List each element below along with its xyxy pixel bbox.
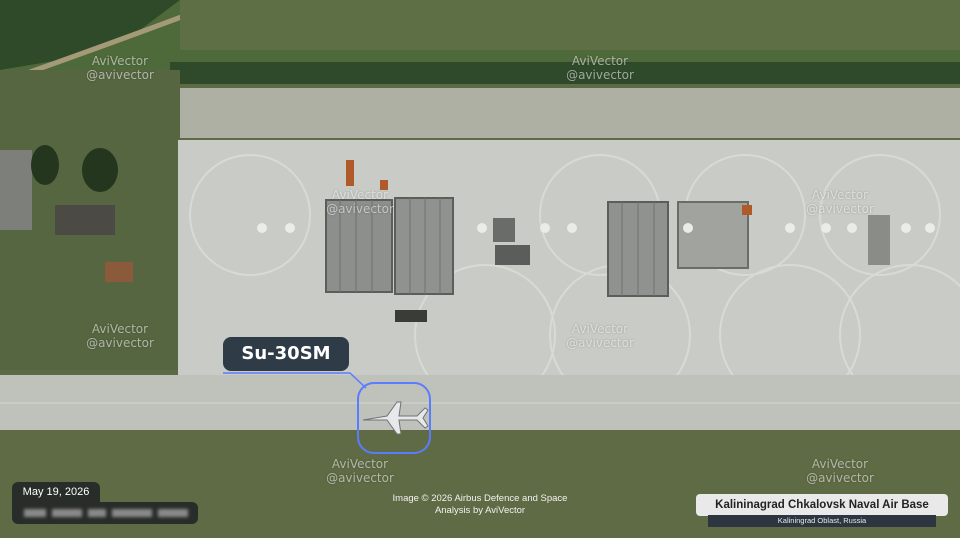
watermark: AviVector @avivector [540,322,660,350]
watermark-handle: @avivector [806,471,874,485]
watermark-name: AviVector [571,322,629,336]
capture-date: May 19, 2026 [12,482,100,502]
watermark: AviVector @avivector [60,54,180,82]
watermark-handle: @avivector [86,336,154,350]
watermark-handle: @avivector [566,336,634,350]
watermark-name: AviVector [571,54,629,68]
watermark-name: AviVector [91,54,149,68]
watermark: AviVector @avivector [60,322,180,350]
redacted-info-bar [12,502,198,524]
satellite-image-scene: AviVector @avivector AviVector @avivecto… [0,0,960,538]
watermark: AviVector @avivector [540,54,660,82]
watermark: AviVector @avivector [300,457,420,485]
watermark-name: AviVector [331,188,389,202]
location-title: Kalininagrad Chkalovsk Naval Air Base [696,494,948,516]
analysis-credit-line: Analysis by AviVector [434,505,526,516]
aircraft-callout-label: Su-30SM [223,337,349,371]
image-credit-line: Image © 2026 Airbus Defence and Space [392,493,568,504]
watermark-name: AviVector [811,188,869,202]
watermark: AviVector @avivector [300,188,420,216]
watermark-name: AviVector [91,322,149,336]
watermark: AviVector @avivector [780,188,900,216]
watermark-handle: @avivector [806,202,874,216]
location-subtitle: Kaliningrad Oblast, Russia [708,515,936,527]
watermark-handle: @avivector [326,202,394,216]
watermark: AviVector @avivector [780,457,900,485]
watermark-name: AviVector [331,457,389,471]
watermark-name: AviVector [811,457,869,471]
watermark-handle: @avivector [326,471,394,485]
watermark-handle: @avivector [86,68,154,82]
image-credit: Image © 2026 Airbus Defence and Space An… [380,493,580,517]
watermark-handle: @avivector [566,68,634,82]
